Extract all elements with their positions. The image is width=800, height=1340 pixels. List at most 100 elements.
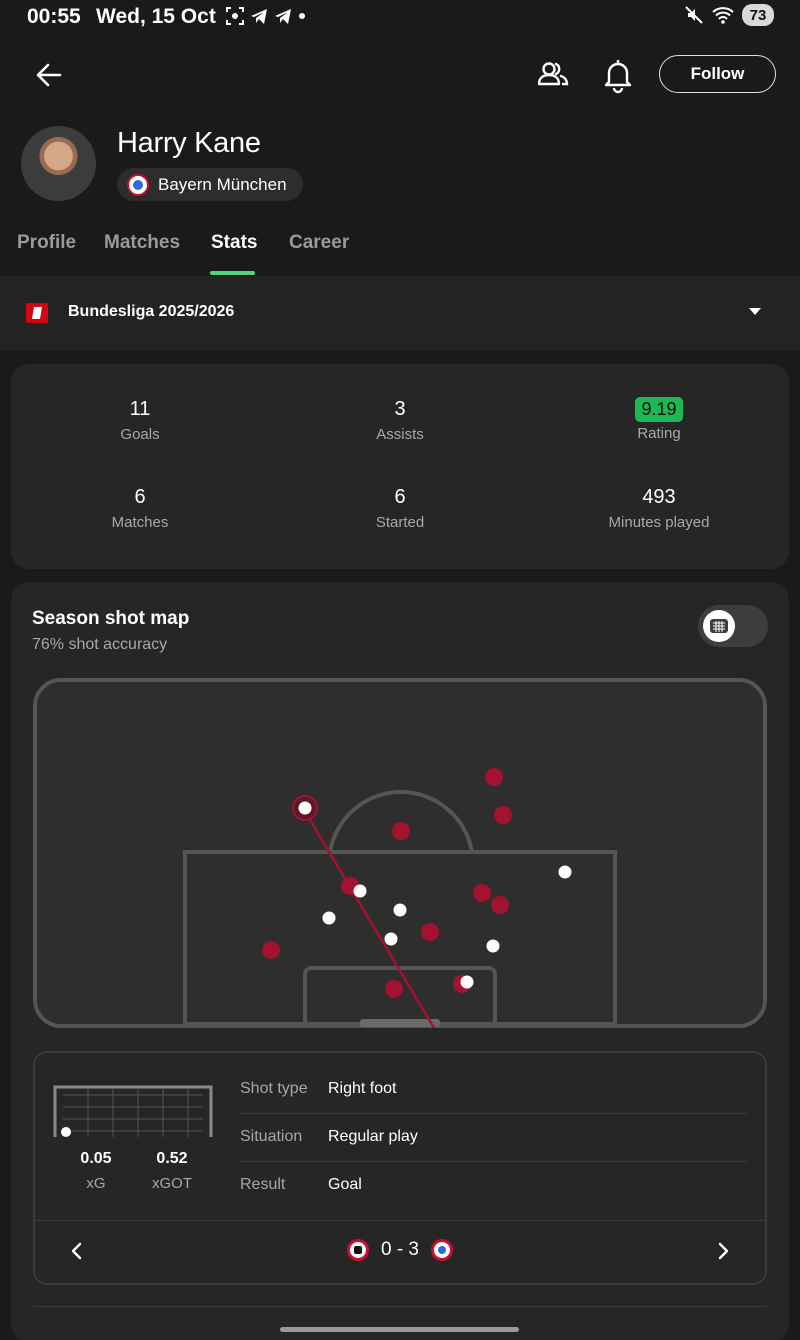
stat-label: Rating [637,425,681,442]
shot-map-title: Season shot map [32,608,190,629]
notifications-button[interactable] [600,56,636,94]
status-date: Wed, 15 Oct [96,5,216,28]
shot-detail-panel: 0.05 xG 0.52 xGOT Shot type Right foot S… [33,1051,767,1285]
shot-miss [473,884,491,902]
stat-started: 6 Started [300,486,500,531]
xg-value: 0.05 [80,1150,112,1167]
status-bar: 00:55 Wed, 15 Oct 73 [0,0,800,34]
bayern-logo-icon [431,1239,454,1261]
shot-miss [385,980,403,998]
stat-label: Matches [111,514,169,531]
tab-stats[interactable]: Stats [211,232,257,254]
tab-indicator [210,271,255,275]
screenshot-icon [226,7,244,25]
league-name: Bundesliga 2025/2026 [68,303,235,320]
compare-button[interactable] [534,56,572,94]
shot-goal [393,903,407,917]
club-name: Bayern München [158,174,287,194]
notification-icons [225,6,307,26]
detail-key: Result [240,1176,286,1193]
people-icon [537,62,569,86]
shot-goal-selected [298,801,312,815]
shot-miss [262,941,280,959]
shot-goal [322,911,336,925]
goal-net-icon [710,619,728,633]
shot-goal [384,932,398,946]
stat-value: 493 [642,486,676,508]
stat-value: 6 [394,486,406,508]
shot-goal [558,865,572,879]
stat-label: Goals [120,426,160,443]
frankfurt-logo-icon [346,1239,369,1261]
shot-goal [460,975,474,989]
club-logo-icon [127,173,149,196]
shot-map-subtitle: 76% shot accuracy [32,636,168,653]
wifi-icon [712,7,734,24]
app-header: Follow [0,44,800,108]
chevron-right-icon [718,1242,729,1260]
card-divider [33,1306,767,1307]
stat-label: Assists [376,426,424,443]
stat-value: 3 [394,398,406,420]
match-result[interactable]: 0 - 3 [35,1239,765,1261]
telegram-icon [251,9,267,24]
tab-career[interactable]: Career [289,232,349,254]
shot-miss [392,822,410,840]
home-indicator[interactable] [280,1327,519,1332]
stat-label: Started [375,514,425,531]
xgot-value: 0.52 [156,1150,188,1167]
dot-icon [299,13,305,19]
rating-badge: 9.19 [635,397,683,422]
battery-icon: 73 [742,4,774,26]
stat-value: 6 [134,486,146,508]
stat-goals: 11 Goals [40,398,240,443]
bell-icon [604,60,632,94]
stats-card: 11 Goals 3 Assists 9.19 Rating 6 Matches… [11,364,789,569]
system-icons: 73 [684,4,774,26]
shot-miss [485,768,503,786]
back-arrow-icon [36,63,62,87]
tab-profile[interactable]: Profile [17,232,76,254]
tab-matches[interactable]: Matches [104,232,180,254]
detail-key: Shot type [240,1080,308,1097]
back-button[interactable] [32,58,66,92]
stat-label: Minutes played [608,514,710,531]
shot-miss [491,896,509,914]
view-toggle[interactable] [698,605,768,647]
player-name: Harry Kane [117,127,261,159]
club-chip[interactable]: Bayern München [117,168,303,201]
shot-map-card: Season shot map 76% shot accuracy 0.05 x… [11,582,789,1340]
shot-goal [486,939,500,953]
next-shot-button[interactable] [711,1239,735,1263]
tab-bar: Profile Matches Stats Career [0,222,800,276]
telegram-icon [275,9,291,24]
shot-miss [421,923,439,941]
detail-row-shot-type: Shot type Right foot [240,1066,748,1114]
match-score: 0 - 3 [380,1239,420,1260]
goal-frame-icon [53,1085,213,1137]
stat-minutes: 493 Minutes played [559,486,759,531]
match-navigator: 0 - 3 [35,1220,765,1283]
toggle-knob [703,610,735,642]
stat-rating: 9.19 Rating [559,397,759,442]
mute-icon [685,6,703,24]
shot-goal [353,884,367,898]
detail-key: Situation [240,1128,303,1145]
stat-assists: 3 Assists [300,398,500,443]
shot-map-pitch[interactable] [33,678,767,1030]
xgot-label: xGOT [152,1175,192,1192]
stat-value: 11 [129,398,151,420]
league-selector[interactable]: Bundesliga 2025/2026 [0,276,800,351]
shot-miss [494,806,512,824]
status-time: 00:55 [27,5,81,28]
player-avatar [21,126,96,201]
stat-matches: 6 Matches [40,486,240,531]
detail-value: Goal [328,1176,362,1193]
bundesliga-logo-icon [26,303,48,323]
dropdown-caret-icon [749,308,761,315]
xg-label: xG [86,1175,106,1192]
detail-value: Right foot [328,1080,397,1097]
detail-value: Regular play [328,1128,418,1145]
detail-row-situation: Situation Regular play [240,1114,748,1162]
follow-button[interactable]: Follow [659,55,776,93]
